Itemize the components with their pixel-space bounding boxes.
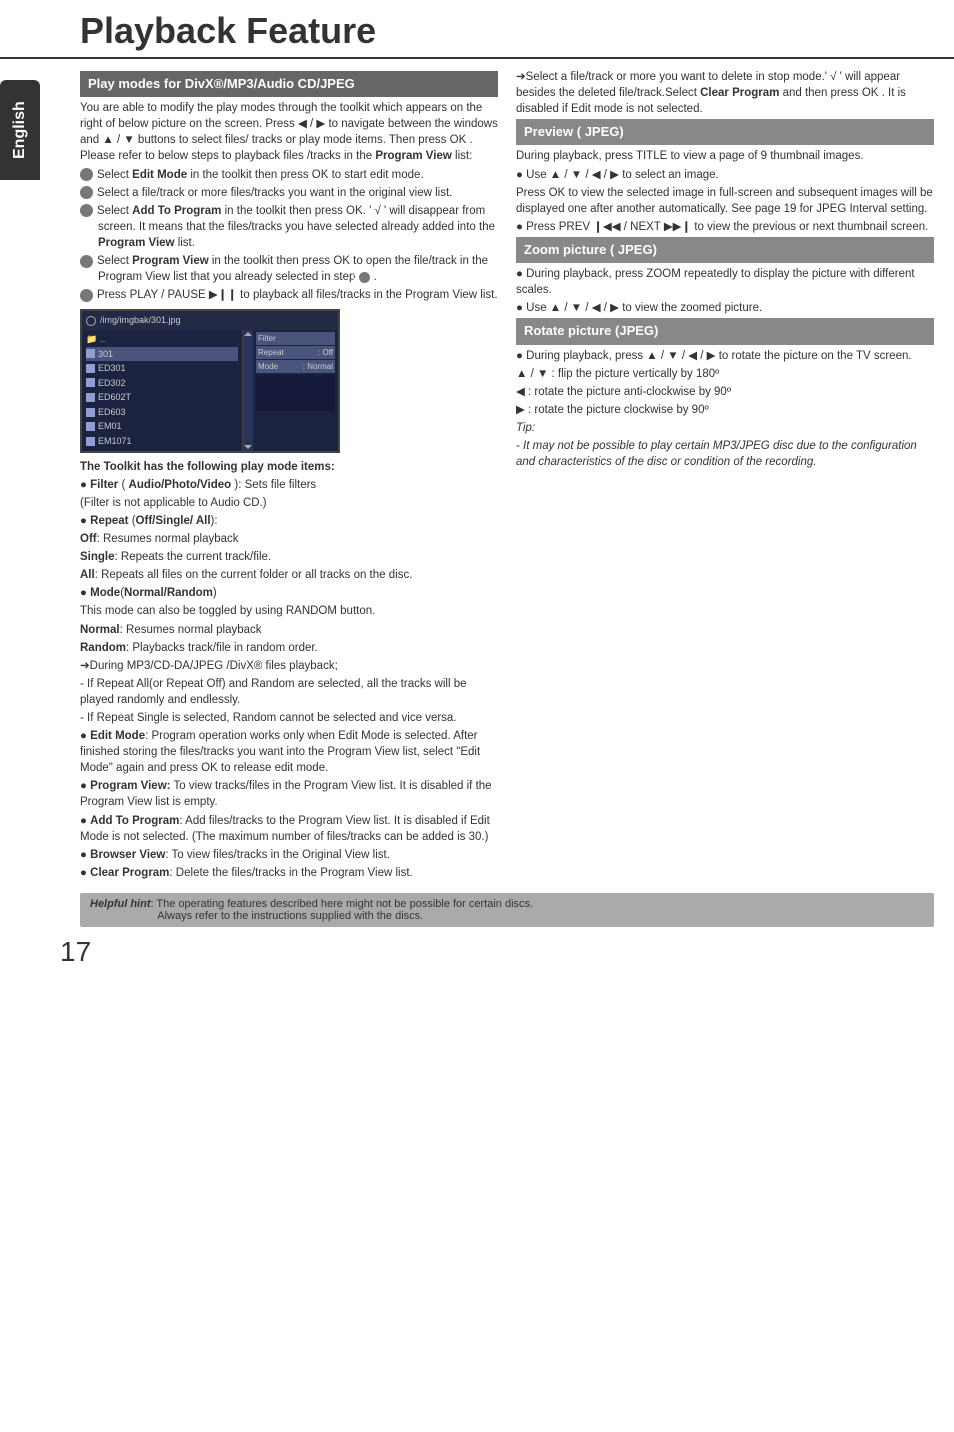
- section-play-modes: Play modes for DivX®/MP3/Audio CD/JPEG: [80, 71, 498, 97]
- preview-4: ● Press PREV ❙◀◀ / NEXT ▶▶❙ to view the …: [516, 219, 934, 235]
- during-2: - If Repeat All(or Repeat Off) and Rando…: [80, 676, 498, 708]
- file-icon: [86, 349, 95, 358]
- left-column: Play modes for DivX®/MP3/Audio CD/JPEG Y…: [80, 69, 498, 883]
- clear-program-item: ● Clear Program: Delete the files/tracks…: [80, 865, 498, 881]
- filter-item: ● Filter ( Audio/Photo/Video ): Sets fil…: [80, 477, 498, 493]
- tip-label: Tip:: [516, 420, 934, 436]
- path-bar: /img/imgbak/301.jpg: [82, 311, 338, 330]
- repeat-all: All: Repeats all files on the current fo…: [80, 567, 498, 583]
- circled-5-icon: 5: [80, 289, 93, 302]
- mode-random: Random: Playbacks track/file in random o…: [80, 640, 498, 656]
- circled-1-icon: 1: [80, 168, 93, 181]
- file-icon: [86, 408, 95, 417]
- step-2: 2Select a file/track or more files/track…: [80, 185, 498, 201]
- add-to-program-item: ● Add To Program: Add files/tracks to th…: [80, 813, 498, 845]
- right-column: ➔Select a file/track or more you want to…: [516, 69, 934, 883]
- circled-3-icon: 3: [80, 204, 93, 217]
- file-list: 📁.. 301 ED301 ED302 ED602T ED603 EM01 EM…: [82, 330, 243, 451]
- language-tab: English: [0, 80, 40, 180]
- clear-program-note: ➔Select a file/track or more you want to…: [516, 69, 934, 117]
- during-1: ➔During MP3/CD-DA/JPEG /DivX® files play…: [80, 658, 498, 674]
- rotate-1: ● During playback, press ▲ / ▼ / ◀ / ▶ t…: [516, 348, 934, 364]
- mode-note: This mode can also be toggled by using R…: [80, 603, 498, 619]
- zoom-1: ● During playback, press ZOOM repeatedly…: [516, 266, 934, 298]
- circled-2-icon: 2: [80, 186, 93, 199]
- zoom-2: ● Use ▲ / ▼ / ◀ / ▶ to view the zoomed p…: [516, 300, 934, 316]
- section-rotate: Rotate picture (JPEG): [516, 318, 934, 344]
- helpful-hint: Helpful hint: The operating features des…: [80, 893, 934, 927]
- scrollbar: [243, 330, 253, 451]
- filter-note: (Filter is not applicable to Audio CD.): [80, 495, 498, 511]
- preview-2: ● Use ▲ / ▼ / ◀ / ▶ to select an image.: [516, 167, 934, 183]
- repeat-item: ● Repeat (Off/Single/ All):: [80, 513, 498, 529]
- file-icon: [86, 364, 95, 373]
- mode-item: ● Mode(Normal/Random): [80, 585, 498, 601]
- section-preview: Preview ( JPEG): [516, 119, 934, 145]
- rotate-4: ▶ : rotate the picture clockwise by 90º: [516, 402, 934, 418]
- disc-icon: [86, 316, 96, 326]
- page-number: 17: [0, 932, 954, 968]
- repeat-off: Off: Resumes normal playback: [80, 531, 498, 547]
- tip-body: - It may not be possible to play certain…: [516, 438, 934, 470]
- page-title: Playback Feature: [0, 10, 954, 52]
- step-1: 1Select Edit Mode in the toolkit then pr…: [80, 167, 498, 183]
- rotate-3: ◀ : rotate the picture anti-clockwise by…: [516, 384, 934, 400]
- program-view-item: ● Program View: To view tracks/files in …: [80, 778, 498, 810]
- intro-text: You are able to modify the play modes th…: [80, 100, 498, 164]
- scroll-up-icon: [244, 332, 252, 336]
- rotate-2: ▲ / ▼ : flip the picture vertically by 1…: [516, 366, 934, 382]
- file-icon: [86, 378, 95, 387]
- next-icon: ▶▶❙: [664, 221, 691, 233]
- file-icon: [86, 437, 95, 446]
- step-5: 5Press PLAY / PAUSE ▶❙❙ to playback all …: [80, 287, 498, 303]
- edit-mode-item: ● Edit Mode: Program operation works onl…: [80, 728, 498, 776]
- preview-1: During playback, press TITLE to view a p…: [516, 148, 934, 164]
- prev-icon: ❙◀◀: [593, 221, 620, 233]
- scroll-down-icon: [244, 445, 252, 449]
- file-icon: [86, 393, 95, 402]
- toolkit-heading: The Toolkit has the following play mode …: [80, 459, 498, 475]
- browser-view-item: ● Browser View: To view files/tracks in …: [80, 847, 498, 863]
- step-4: 4Select Program View in the toolkit then…: [80, 253, 498, 285]
- file-icon: [86, 422, 95, 431]
- circled-4-icon: 4: [80, 255, 93, 268]
- step-3: 3Select Add To Program in the toolkit th…: [80, 203, 498, 251]
- circled-2-ref-icon: 2: [359, 272, 370, 283]
- during-3: - If Repeat Single is selected, Random c…: [80, 710, 498, 726]
- folder-icon: 📁: [86, 333, 97, 346]
- play-pause-icon: ▶❙❙: [209, 289, 237, 301]
- mode-normal: Normal: Resumes normal playback: [80, 622, 498, 638]
- file-browser-screenshot: /img/imgbak/301.jpg 📁.. 301 ED301 ED302 …: [80, 309, 340, 452]
- repeat-single: Single: Repeats the current track/file.: [80, 549, 498, 565]
- preview-3: Press OK to view the selected image in f…: [516, 185, 934, 217]
- preview-box: [256, 375, 335, 411]
- section-zoom: Zoom picture ( JPEG): [516, 237, 934, 263]
- options-panel: Filter Repeat: Off Mode: Normal: [253, 330, 338, 451]
